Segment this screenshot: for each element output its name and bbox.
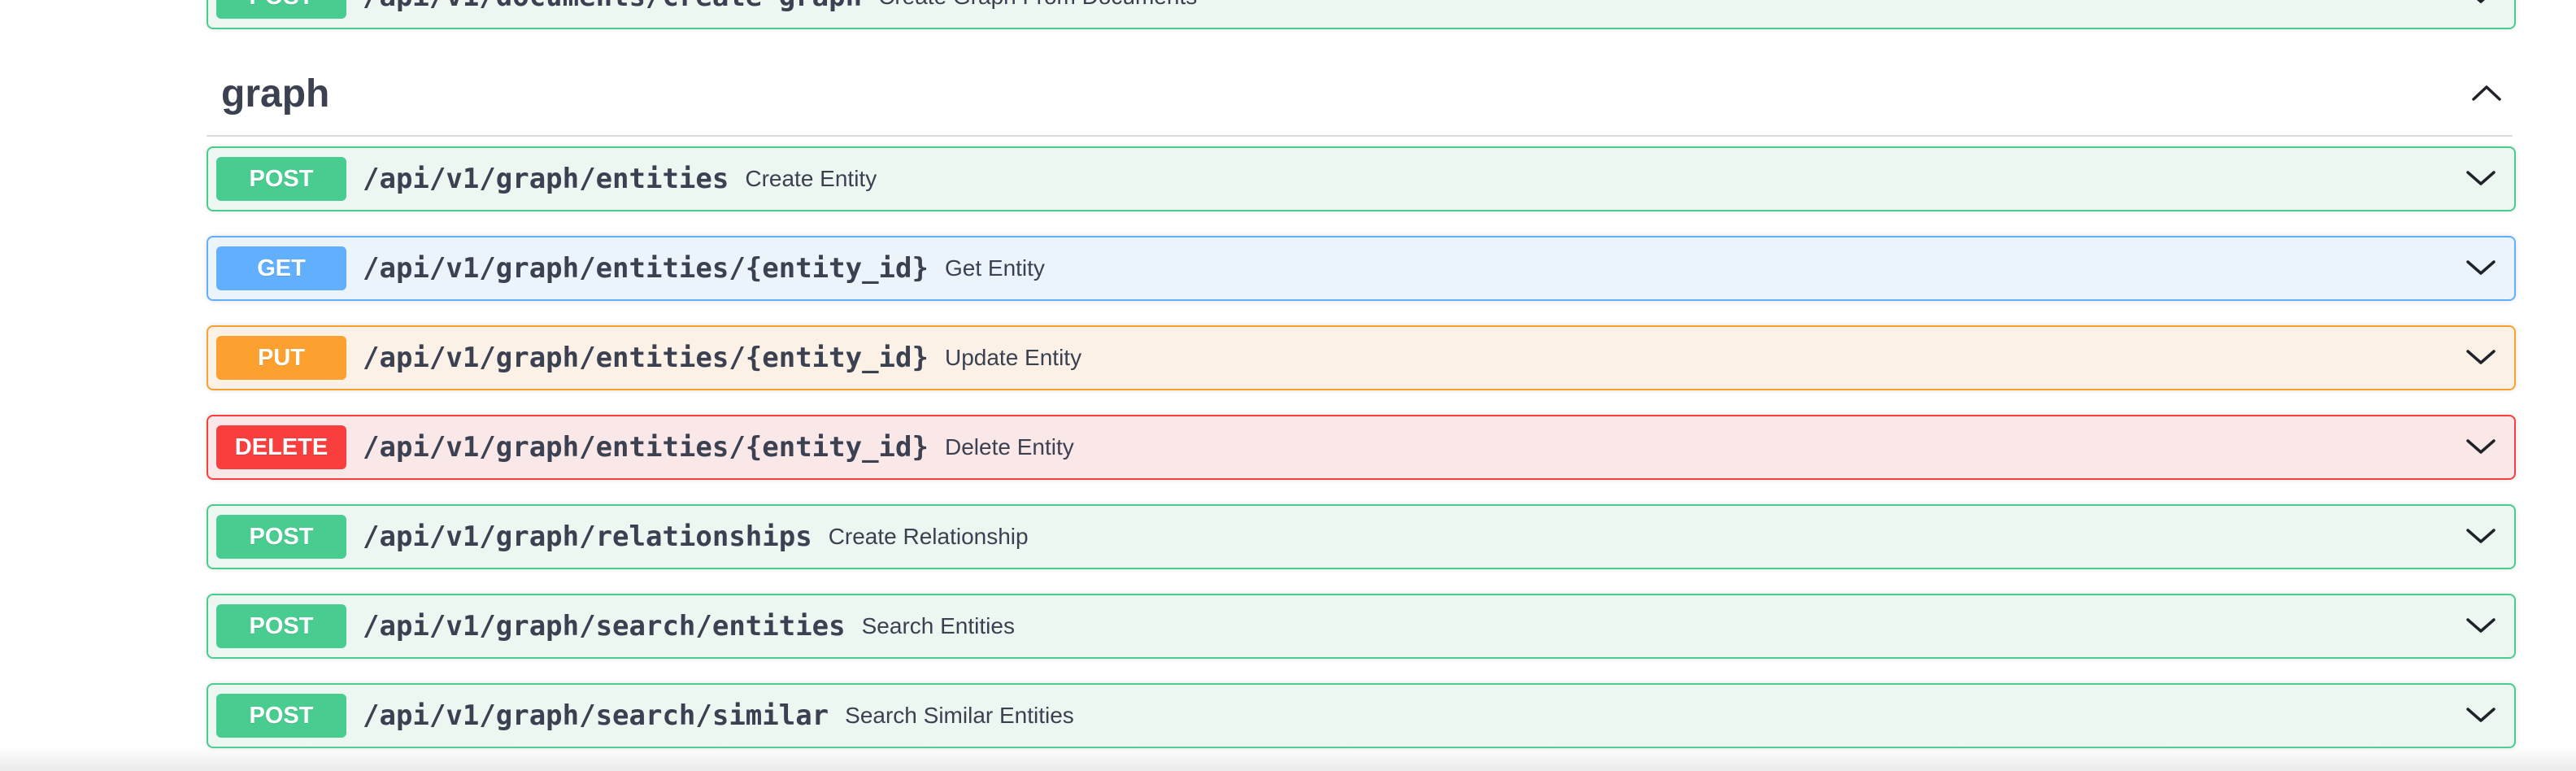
chevron-down-icon[interactable]: [2465, 703, 2496, 727]
opblock-path: /api/v1/graph/search/similar: [363, 699, 829, 732]
method-badge: GET: [216, 246, 346, 290]
chevron-down-icon[interactable]: [2465, 0, 2496, 8]
opblock-summary[interactable]: PUT /api/v1/graph/entities/{entity_id} U…: [208, 327, 2514, 389]
method-badge: POST: [216, 157, 346, 201]
chevron-down-icon[interactable]: [2465, 434, 2496, 459]
opblock-path: /api/v1/graph/entities/{entity_id}: [363, 252, 929, 285]
opblock-summary[interactable]: POST /api/v1/graph/relationships Create …: [208, 506, 2514, 568]
opblock-description: Create Graph From Documents: [878, 0, 1197, 10]
opblock-description: Create Relationship: [828, 524, 1029, 549]
method-badge: PUT: [216, 336, 346, 380]
opblock-summary[interactable]: POST /api/v1/graph/entities Create Entit…: [208, 148, 2514, 210]
opblock-summary[interactable]: POST /api/v1/graph/search/entities Searc…: [208, 595, 2514, 657]
opblock-description: Get Entity: [944, 255, 1045, 281]
method-badge: POST: [216, 0, 346, 19]
opblock-summary[interactable]: DELETE /api/v1/graph/entities/{entity_id…: [208, 416, 2514, 478]
opblock-create-relationship[interactable]: POST /api/v1/graph/relationships Create …: [207, 504, 2516, 569]
bottom-shadow: [0, 747, 2576, 771]
opblock-create-entity[interactable]: POST /api/v1/graph/entities Create Entit…: [207, 146, 2516, 211]
chevron-down-icon[interactable]: [2465, 166, 2496, 190]
tag-title: graph: [221, 72, 330, 115]
opblock-path: /api/v1/documents/create-graph: [363, 0, 862, 13]
opblock-path: /api/v1/graph/entities: [363, 163, 729, 195]
opblock-description: Create Entity: [745, 166, 877, 191]
chevron-up-icon[interactable]: [2470, 80, 2503, 106]
opblock-summary[interactable]: POST /api/v1/documents/create-graph Crea…: [208, 0, 2514, 28]
opblock-path: /api/v1/graph/search/entities: [363, 610, 846, 642]
method-badge: POST: [216, 604, 346, 648]
method-badge: POST: [216, 694, 346, 738]
opblock-path: /api/v1/graph/entities/{entity_id}: [363, 342, 929, 374]
chevron-down-icon[interactable]: [2465, 255, 2496, 280]
opblock-search-entities[interactable]: POST /api/v1/graph/search/entities Searc…: [207, 594, 2516, 659]
opblock-path: /api/v1/graph/entities/{entity_id}: [363, 431, 929, 464]
opblock-description: Delete Entity: [944, 434, 1074, 460]
opblock-path: /api/v1/graph/relationships: [363, 521, 812, 553]
opblock-get-entity[interactable]: GET /api/v1/graph/entities/{entity_id} G…: [207, 236, 2516, 301]
opblock-delete-entity[interactable]: DELETE /api/v1/graph/entities/{entity_id…: [207, 415, 2516, 480]
opblock-description: Update Entity: [944, 345, 1082, 370]
opblock-search-similar[interactable]: POST /api/v1/graph/search/similar Search…: [207, 683, 2516, 748]
opblock-summary[interactable]: POST /api/v1/graph/search/similar Search…: [208, 685, 2514, 747]
chevron-down-icon[interactable]: [2465, 345, 2496, 369]
method-badge: DELETE: [216, 425, 346, 469]
chevron-down-icon[interactable]: [2465, 524, 2496, 548]
opblock-summary[interactable]: GET /api/v1/graph/entities/{entity_id} G…: [208, 237, 2514, 299]
opblock-create-graph[interactable]: POST /api/v1/documents/create-graph Crea…: [207, 0, 2516, 29]
opblock-description: Search Similar Entities: [845, 703, 1074, 728]
method-badge: POST: [216, 515, 346, 559]
tag-section-header[interactable]: graph: [207, 65, 2513, 137]
opblock-update-entity[interactable]: PUT /api/v1/graph/entities/{entity_id} U…: [207, 325, 2516, 390]
chevron-down-icon[interactable]: [2465, 613, 2496, 638]
opblock-description: Search Entities: [861, 613, 1015, 638]
